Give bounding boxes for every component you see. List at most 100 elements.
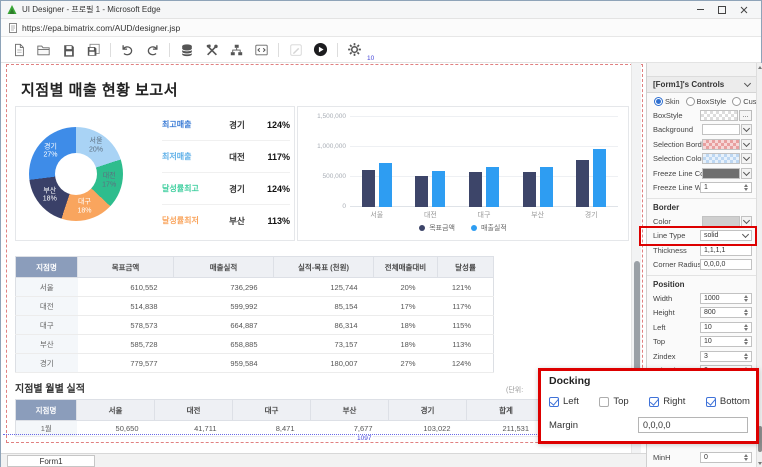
undo-button[interactable]: [119, 41, 136, 58]
legend-dot-icon: [471, 225, 477, 231]
save-all-button[interactable]: [85, 41, 102, 58]
docking-checkbox-left[interactable]: Left: [549, 396, 579, 407]
bar: [432, 171, 445, 207]
bar: [486, 167, 499, 207]
minimize-button[interactable]: [689, 1, 711, 18]
tools-button[interactable]: [203, 41, 220, 58]
text-input[interactable]: 1,1,1,1: [700, 245, 752, 256]
property-label: Color: [653, 217, 702, 226]
donut-kpi-widget[interactable]: 서울20%대전17%대구18%부산18%경기27% 최고매출경기124%최저매출…: [15, 106, 295, 241]
panel-header-label: [Form1]'s Controls: [653, 80, 724, 89]
spinner[interactable]: 10: [700, 322, 752, 333]
spinner-arrows-icon: [742, 352, 750, 361]
docking-checkbox-top[interactable]: Top: [599, 396, 628, 407]
spinner[interactable]: 1000: [700, 293, 752, 304]
bar: [593, 149, 606, 207]
table-cell: 115%: [438, 316, 494, 335]
settings-button[interactable]: [346, 41, 363, 58]
browser-window: UI Designer - 프로필 1 - Microsoft Edge htt…: [0, 0, 762, 467]
chevron-down-icon: [743, 217, 750, 224]
margin-input[interactable]: [638, 417, 748, 433]
dropdown-button[interactable]: [741, 139, 752, 150]
dropdown-button[interactable]: [741, 216, 752, 227]
kpi-value: 117%: [260, 152, 290, 162]
swatch[interactable]: [702, 168, 740, 179]
more-button[interactable]: ...: [739, 110, 752, 121]
kpi-region: 부산: [214, 215, 260, 227]
swatch[interactable]: [702, 216, 740, 227]
property-row-zindex: Zindex3: [647, 349, 756, 364]
sitemap-button[interactable]: [228, 41, 245, 58]
radio-icon: [654, 97, 663, 106]
spinner[interactable]: 3: [700, 351, 752, 362]
kpi-region: 경기: [214, 183, 260, 195]
property-control: solid: [700, 230, 752, 241]
spinner[interactable]: 10: [700, 336, 752, 347]
new-file-button[interactable]: [10, 41, 27, 58]
swatch[interactable]: [702, 124, 740, 135]
table-header-cell: 달성률: [438, 257, 494, 278]
maximize-button[interactable]: [711, 1, 733, 18]
run-button[interactable]: [312, 41, 329, 58]
bar-group: [564, 117, 618, 207]
spinner[interactable]: 800: [700, 307, 752, 318]
sales-table[interactable]: 지점명목표금액매출실적실적-목표 (천원)전체매출대비달성률서울610,5527…: [15, 256, 493, 373]
table-cell: 117%: [438, 297, 494, 316]
dropdown-button[interactable]: [741, 168, 752, 179]
property-row-thickness: Thickness1,1,1,1: [647, 243, 756, 258]
close-button[interactable]: [733, 1, 755, 18]
code-editor-button[interactable]: [253, 41, 270, 58]
urlbar[interactable]: https://epa.bimatrix.com/AUD/designer.js…: [1, 19, 761, 37]
checkbox-icon: [649, 397, 659, 407]
y-axis-tick: 1,500,000: [302, 113, 346, 120]
select[interactable]: solid: [700, 230, 752, 241]
kpi-label: 최저매출: [162, 151, 214, 162]
property-control: 10: [700, 322, 752, 333]
scroll-down-icon[interactable]: [758, 462, 762, 465]
section-label-position: Position: [647, 275, 756, 291]
minimize-icon: [697, 9, 704, 10]
save-button[interactable]: [60, 41, 77, 58]
section-label-border: Border: [647, 198, 756, 214]
panel-header[interactable]: [Form1]'s Controls: [647, 77, 756, 93]
property-row-width: Width1000: [647, 291, 756, 306]
section-title: 지점별 월별 실적: [15, 380, 85, 395]
kpi-label: 달성률최저: [162, 215, 214, 226]
swatch[interactable]: [700, 110, 738, 121]
scroll-up-icon[interactable]: [758, 66, 762, 69]
y-axis-tick: 1,000,000: [302, 143, 346, 150]
edit-button[interactable]: [287, 41, 304, 58]
donut-label: 경기27%: [43, 143, 57, 161]
minh-spinner[interactable]: 0: [700, 452, 752, 463]
property-control: 3: [700, 351, 752, 362]
table-cell: 73,157: [274, 335, 374, 354]
radio-option-boxstyle[interactable]: BoxStyle: [686, 97, 727, 106]
minh-row: MinH 0: [653, 452, 752, 463]
text-input[interactable]: 0,0,0,0: [700, 259, 752, 270]
dropdown-button[interactable]: [741, 124, 752, 135]
site-info-icon: [9, 23, 17, 33]
property-label: Selection Color: [653, 154, 702, 163]
docking-checkbox-right[interactable]: Right: [649, 396, 685, 407]
donut-label: 대전17%: [102, 173, 116, 191]
redo-button[interactable]: [144, 41, 161, 58]
spinner[interactable]: 1: [700, 182, 752, 193]
open-folder-button[interactable]: [35, 41, 52, 58]
property-label: Selection Border: [653, 140, 702, 149]
radio-option-skin[interactable]: Skin: [654, 97, 680, 106]
table-header-cell: 매출실적: [174, 257, 274, 278]
database-button[interactable]: [178, 41, 195, 58]
legend-dot-icon: [419, 225, 425, 231]
property-control: 1: [700, 182, 752, 193]
swatch[interactable]: [702, 153, 740, 164]
monthly-sales-table[interactable]: 지점명서울대전대구부산경기합계1월50,65041,7118,4717,6771…: [15, 399, 545, 437]
docking-checkbox-bottom[interactable]: Bottom: [706, 396, 750, 407]
table-row: 서울610,552736,296125,74420%121%: [16, 278, 494, 297]
minh-value: 0: [704, 454, 708, 461]
bar-chart-widget[interactable]: 0500,0001,000,0001,500,000 서울대전대구부산경기 목표…: [297, 106, 629, 241]
sitemap-icon: [229, 43, 244, 57]
dropdown-button[interactable]: [741, 153, 752, 164]
form1-tab[interactable]: Form1: [7, 455, 95, 467]
swatch[interactable]: [702, 139, 740, 150]
kpi-row: 최고매출경기124%: [162, 109, 290, 141]
